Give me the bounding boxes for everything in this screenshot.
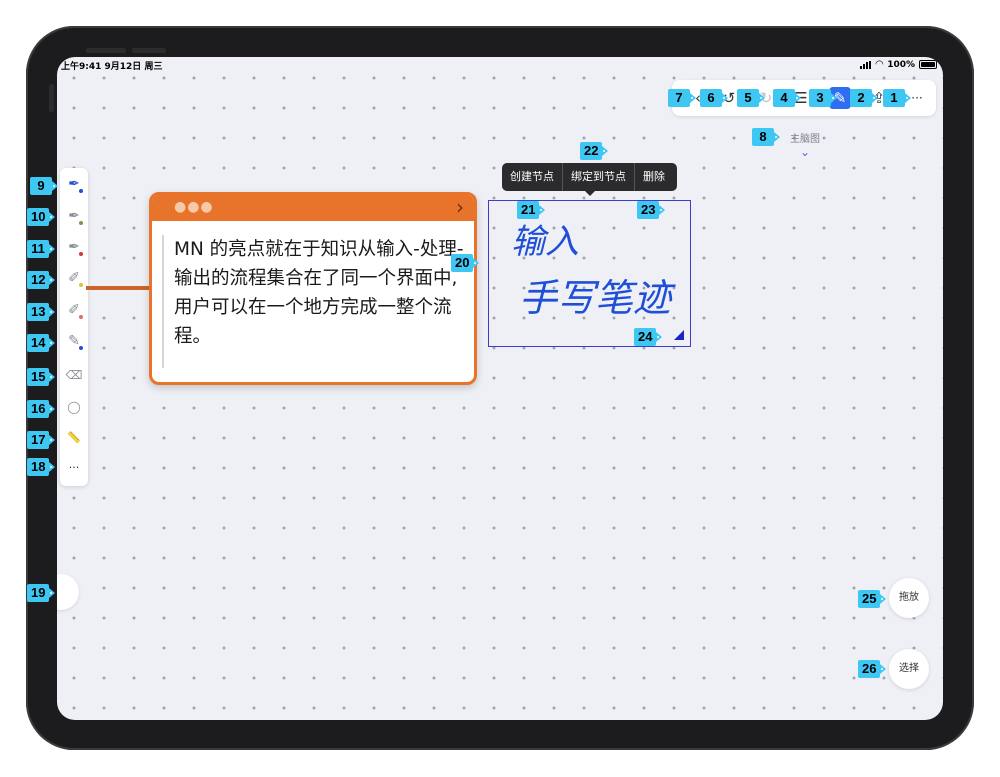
select-button[interactable]: 选择	[889, 649, 929, 689]
annotation-tag-1: 1	[883, 89, 911, 107]
node-expand-arrow-icon[interactable]: ›	[456, 195, 464, 219]
resize-handle-icon[interactable]	[674, 330, 684, 340]
status-time: 上午9:41 9月12日 周三	[61, 62, 163, 72]
create-node-button[interactable]: 创建节点	[502, 163, 563, 191]
pencil-icon[interactable]: ✎	[64, 331, 84, 351]
expand-panel-button[interactable]	[57, 574, 79, 610]
annotation-tag-26: 26	[858, 660, 888, 678]
annotation-tag-6: 6	[700, 89, 728, 107]
handwriting-line-1: 输入	[511, 222, 579, 262]
annotation-tag-10: 10	[27, 208, 57, 226]
context-menu: 创建节点 绑定到节点 删除	[502, 163, 677, 196]
annotation-tag-21: 21	[517, 201, 547, 219]
annotation-tag-22: 22	[580, 142, 610, 160]
annotation-tag-23: 23	[637, 201, 667, 219]
volume-button	[132, 48, 166, 53]
annotation-tag-19: 19	[27, 584, 57, 602]
mindmap-node-card[interactable]: ●●● › MN 的亮点就在于知识从输入-处理-输出的流程集合在了同一个界面中,…	[149, 192, 477, 385]
pen-icon[interactable]: ✒	[64, 206, 84, 226]
annotation-tag-12: 12	[27, 271, 57, 289]
annotation-tag-24: 24	[634, 328, 664, 346]
annotation-tag-4: 4	[773, 89, 801, 107]
annotation-tag-5: 5	[737, 89, 765, 107]
node-menu-dots-icon[interactable]: ●●●	[174, 199, 214, 215]
annotation-tag-7: 7	[668, 89, 696, 107]
annotation-tag-17: 17	[27, 431, 57, 449]
annotation-tag-11: 11	[27, 240, 55, 258]
annotation-tag-25: 25	[858, 590, 888, 608]
ruler-icon[interactable]: 📏	[64, 428, 84, 448]
highlighter-icon[interactable]: ✐	[64, 268, 84, 288]
node-header[interactable]: ●●● ›	[152, 195, 474, 221]
bind-to-node-button[interactable]: 绑定到节点	[563, 163, 635, 191]
annotation-tag-9: 9	[30, 177, 58, 195]
status-indicators: ◠ 100%	[860, 59, 937, 70]
lasso-icon[interactable]: ◯	[64, 397, 84, 417]
signal-icon	[860, 60, 872, 69]
handwriting-line-2: 手写笔迹	[519, 276, 676, 320]
annotation-tag-20: 20	[451, 254, 481, 272]
battery-label: 100%	[887, 59, 915, 70]
battery-icon	[919, 60, 937, 69]
annotation-tag-8: 8	[752, 128, 780, 146]
canvas-screen[interactable]: 上午9:41 9月12日 周三 ◠ 100% ‹ ↺ ↻ ☰ ✎ ⇪ ··· 主…	[57, 57, 943, 720]
annotation-tag-14: 14	[27, 334, 57, 352]
handwriting-strokes: 输入 手写笔迹	[511, 222, 676, 320]
eraser-icon[interactable]: ⌫	[64, 365, 84, 385]
annotation-tag-13: 13	[27, 303, 57, 321]
highlighter-icon[interactable]: ✐	[64, 300, 84, 320]
annotation-tag-2: 2	[850, 89, 878, 107]
node-connector-line	[86, 286, 150, 290]
mindmap-toggle[interactable]: 主脑图 ⌄	[787, 130, 823, 159]
annotation-tag-15: 15	[27, 368, 57, 386]
power-button	[49, 84, 54, 112]
pen-icon[interactable]: ✒	[64, 237, 84, 257]
node-body[interactable]: MN 的亮点就在于知识从输入-处理-输出的流程集合在了同一个界面中,用户可以在一…	[162, 235, 464, 368]
node-text[interactable]: MN 的亮点就在于知识从输入-处理-输出的流程集合在了同一个界面中,用户可以在一…	[174, 235, 464, 351]
wifi-icon: ◠	[875, 59, 884, 70]
volume-button	[86, 48, 126, 53]
handwriting-selection[interactable]: 输入 手写笔迹	[488, 200, 691, 347]
more-icon[interactable]: ···	[64, 458, 84, 478]
annotation-tag-3: 3	[809, 89, 837, 107]
annotation-tag-16: 16	[27, 400, 57, 418]
fountain-pen-icon[interactable]: ✒	[64, 174, 84, 194]
pen-toolbar: ✒ ✒ ✒ ✐ ✐ ✎ ⌫ ◯ 📏 ···	[60, 168, 88, 486]
delete-button[interactable]: 删除	[635, 163, 673, 191]
drag-button[interactable]: 拖放	[889, 578, 929, 618]
annotation-tag-18: 18	[27, 458, 57, 476]
chevron-down-icon: ⌄	[799, 145, 811, 159]
mindmap-label: 主脑图	[790, 134, 820, 145]
